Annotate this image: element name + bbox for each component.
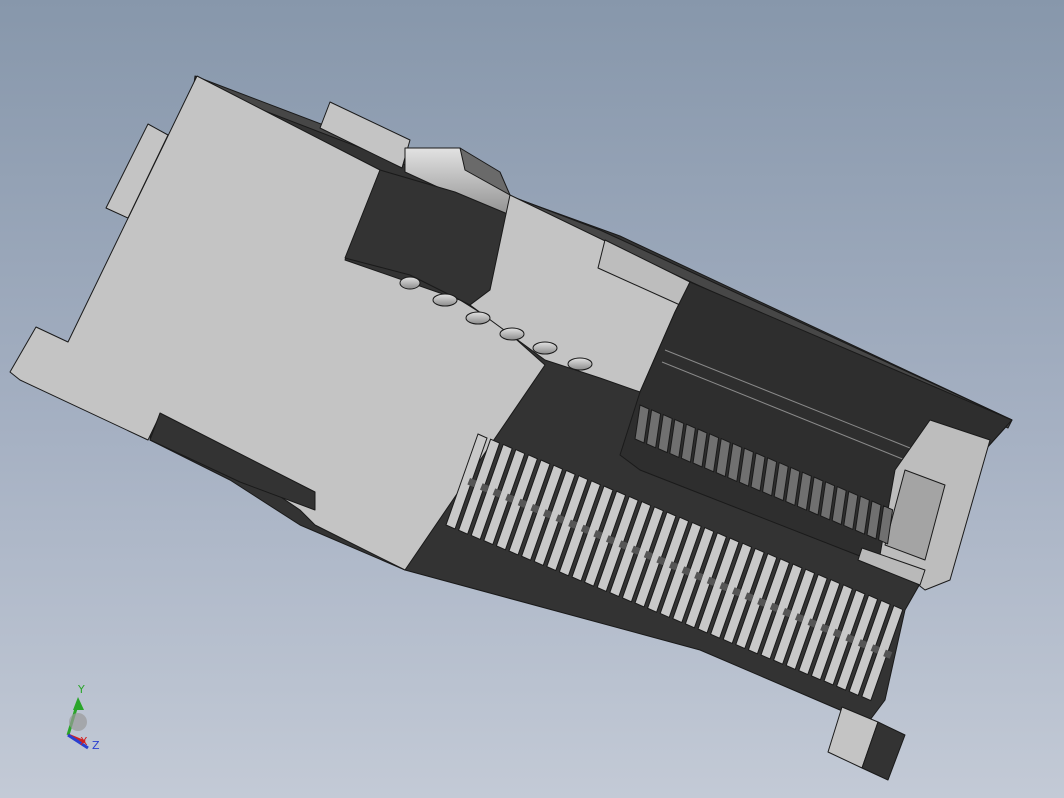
triad-x-label: X [80, 735, 88, 748]
view-orientation-triad[interactable]: Y X Z [66, 683, 100, 752]
triad-y-label: Y [77, 683, 85, 696]
triad-y-arrowhead [73, 697, 84, 710]
triad-origin [69, 713, 87, 731]
triad-z-label: Z [92, 739, 100, 752]
model-canvas[interactable]: Y X Z [0, 0, 1064, 798]
cad-3d-viewport[interactable]: Y X Z [0, 0, 1064, 798]
